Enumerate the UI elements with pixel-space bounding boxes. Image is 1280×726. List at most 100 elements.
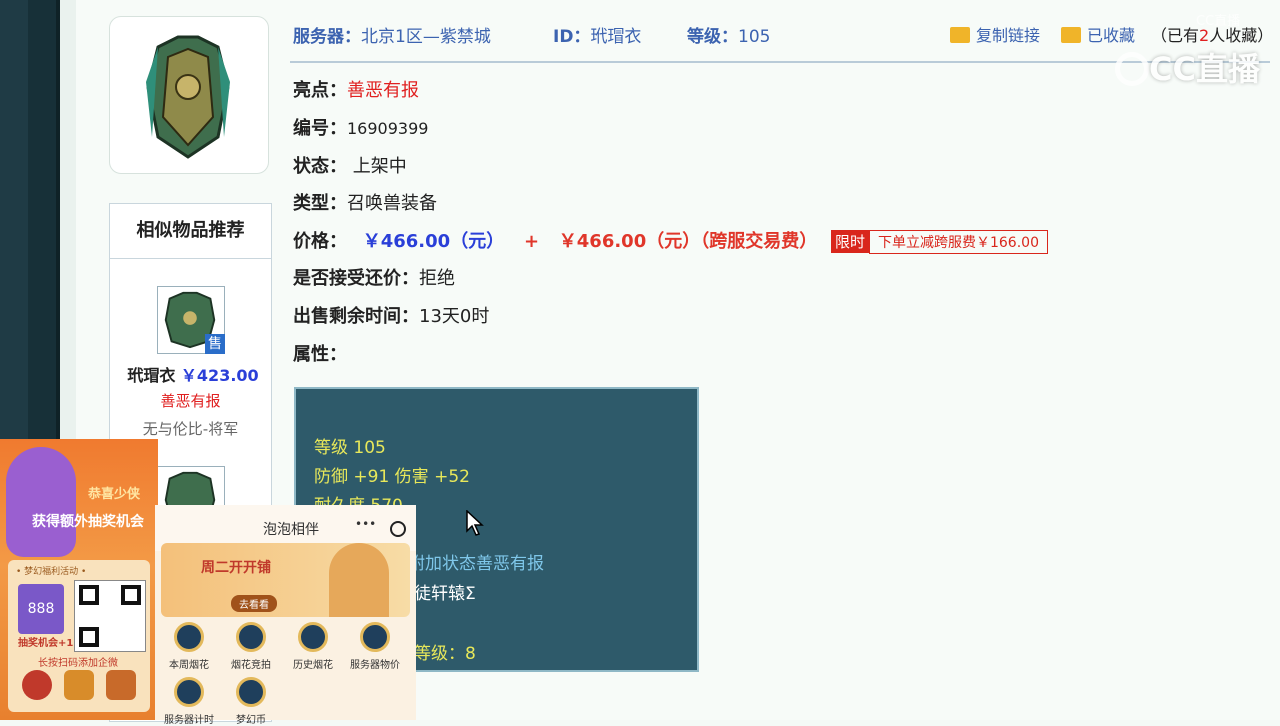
paopao-app-overlay[interactable]: 泡泡相伴 ••• 周二开开铺 去看看 本周烟花 烟花竞拍 历史烟花 服务器物价 … [155, 505, 416, 726]
cross-server-fee: ￥466.00（元）（跨服交易费） [558, 231, 818, 252]
icon-server-timer[interactable]: 服务器计时 [158, 677, 220, 726]
price-value: ￥466.00（元） [362, 231, 505, 252]
fireworks-icon [174, 622, 204, 652]
promo-icon-1[interactable] [22, 670, 52, 700]
number-row: 编号：16909399 [293, 114, 428, 142]
app-title: 泡泡相伴 [263, 522, 319, 538]
more-options-icon[interactable]: ••• [355, 517, 376, 531]
price-icon [360, 622, 390, 652]
attributes-label: 属性： [293, 344, 347, 365]
attributes-row: 属性： [293, 340, 347, 368]
price-row: 价格： ￥466.00（元） + ￥466.00（元）（跨服交易费） 限时 下单立… [293, 227, 1048, 255]
attr-defense-damage: 防御 +91 伤害 +52 [314, 467, 470, 487]
similar-item-thumb[interactable]: 售 [157, 286, 225, 354]
similar-items-title: 相似物品推荐 [110, 204, 271, 259]
remaining-value: 13天0时 [419, 306, 490, 327]
promo-scan-tip: 长按扫码添加企微 [38, 658, 118, 669]
promo-amount-badge: 888 [18, 584, 64, 634]
id-info: ID：玳瑁衣 [553, 22, 642, 47]
coin-icon [236, 677, 266, 707]
level-value: 105 [738, 27, 771, 47]
icon-label: 烟花竞拍 [231, 660, 271, 671]
qr-code[interactable] [74, 580, 146, 652]
cc-watermark-text: CC直播 [1149, 50, 1260, 88]
promo-icon-2[interactable] [64, 670, 94, 700]
promo-overlay[interactable]: 恭喜少侠 获得额外抽奖机会 • 梦幻福利活动 • 888 抽奖机会+1 长按扫码… [0, 439, 158, 720]
icon-weekly-fireworks[interactable]: 本周烟花 [158, 622, 220, 671]
mouse-cursor-icon [466, 510, 484, 536]
cc-small-watermark: CC直播 [1196, 14, 1241, 29]
similar-item-server: 无与伦比-将军 [142, 420, 239, 438]
server-info: 服务器：北京1区—紫禁城 [293, 22, 491, 47]
type-value: 召唤兽装备 [347, 193, 437, 214]
icon-firework-auction[interactable]: 烟花竞拍 [220, 622, 282, 671]
price-label: 价格： [293, 231, 347, 252]
banner-button[interactable]: 去看看 [231, 595, 277, 612]
remaining-time-row: 出售剩余时间：13天0时 [293, 302, 489, 330]
timer-icon [174, 677, 204, 707]
character-illustration [6, 447, 76, 557]
promo-card: • 梦幻福利活动 • 888 抽奖机会+1 长按扫码添加企微 [8, 560, 150, 712]
limited-discount-text: 下单立减跨服费￥166.00 [868, 230, 1048, 254]
icon-game-coin[interactable]: 梦幻币 [220, 677, 282, 726]
cc-logo-icon [1115, 52, 1150, 86]
promo-card-head: • 梦幻福利活动 • [16, 567, 87, 577]
icon-history-fireworks[interactable]: 历史烟花 [282, 622, 344, 671]
cc-live-watermark: CC直播 [1115, 44, 1260, 90]
level-info: 等级：105 [687, 22, 771, 47]
highlight-row: 亮点：善恶有报 [293, 76, 419, 104]
icon-server-prices[interactable]: 服务器物价 [344, 622, 406, 671]
promo-congrats: 恭喜少侠 [88, 487, 141, 502]
remaining-label: 出售剩余时间： [293, 306, 419, 327]
number-value: 16909399 [347, 119, 429, 138]
product-thumbnail [109, 16, 269, 174]
collected-button[interactable]: 已收藏 [1061, 22, 1135, 46]
promo-chance: 抽奖机会+1 [18, 638, 74, 649]
type-row: 类型：召唤兽装备 [293, 189, 437, 217]
bargain-row: 是否接受还价：拒绝 [293, 264, 455, 292]
similar-item-price: ￥423.00 [180, 366, 259, 385]
highlight-label: 亮点： [293, 80, 347, 101]
number-label: 编号： [293, 118, 347, 139]
copy-link-label: 复制链接 [976, 26, 1041, 45]
folder-share-icon [950, 27, 970, 43]
id-value: 玳瑁衣 [590, 27, 642, 47]
banner-text: 周二开开铺 [201, 560, 271, 576]
level-label: 等级： [687, 27, 738, 47]
icon-label: 服务器计时 [164, 715, 214, 726]
app-banner[interactable]: 周二开开铺 去看看 [161, 543, 410, 617]
server-value: 北京1区—紫禁城 [361, 27, 491, 47]
similar-item-highlight: 善恶有报 [160, 392, 221, 410]
server-label: 服务器： [293, 27, 361, 47]
banner-character [329, 543, 389, 617]
icon-label: 梦幻币 [236, 715, 266, 726]
type-label: 类型： [293, 193, 347, 214]
promo-extra-chance: 获得额外抽奖机会 [32, 514, 144, 530]
highlight-value: 善恶有报 [347, 80, 419, 101]
icon-label: 历史烟花 [293, 660, 333, 671]
copy-link-button[interactable]: 复制链接 [950, 22, 1040, 46]
history-icon [298, 622, 328, 652]
collected-label: 已收藏 [1087, 26, 1136, 45]
attr-maker: 徒轩辕Σ [414, 584, 476, 604]
collect-prefix: （已有 [1151, 26, 1200, 45]
icon-label: 服务器物价 [350, 660, 400, 671]
sale-badge: 售 [205, 334, 225, 354]
bargain-label: 是否接受还价： [293, 268, 419, 289]
promo-icon-3[interactable] [106, 670, 136, 700]
folder-star-icon [1061, 27, 1081, 43]
id-label: ID： [553, 27, 591, 47]
attr-gem-level: 等级：8 [414, 644, 476, 664]
icon-label: 本周烟花 [169, 660, 209, 671]
close-target-icon[interactable] [390, 521, 406, 537]
status-row: 状态： 上架中 [293, 152, 407, 180]
bargain-value: 拒绝 [419, 268, 455, 289]
price-plus: + [523, 231, 540, 252]
armor-icon [146, 35, 230, 159]
auction-icon [236, 622, 266, 652]
limited-time-badge: 限时 [830, 230, 869, 253]
status-label: 状态： [293, 156, 347, 177]
similar-item-name-price[interactable]: 玳瑁衣 ￥423.00 [118, 362, 268, 386]
attr-level: 等级 105 [314, 438, 386, 458]
similar-item-name: 玳瑁衣 [127, 366, 176, 385]
